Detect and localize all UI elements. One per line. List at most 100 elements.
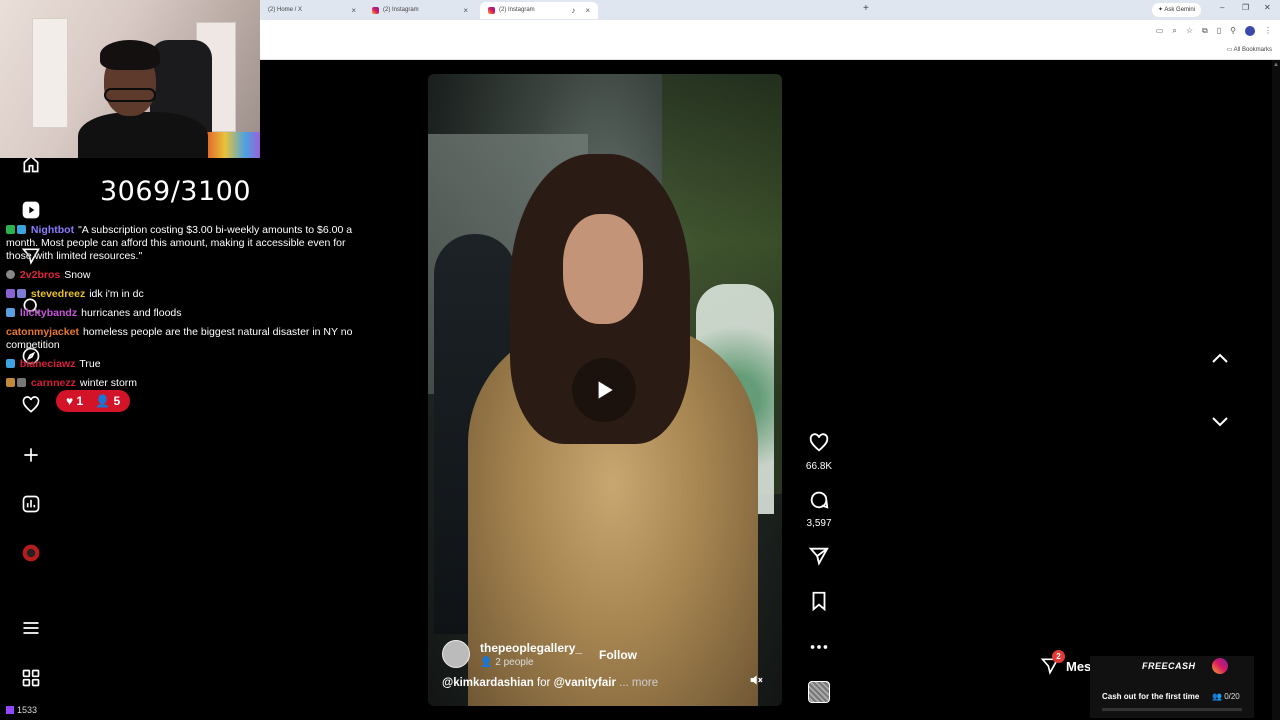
chat-message: bianeciawz True <box>6 358 360 371</box>
freecash-logo: FREECASH <box>1142 661 1196 671</box>
page-scrollbar[interactable]: ▲ <box>1272 60 1280 720</box>
chat-username[interactable]: bianeciawz <box>20 358 75 370</box>
close-tab-icon[interactable]: × <box>463 2 468 19</box>
notifications-heart-icon[interactable] <box>21 395 41 415</box>
minimize-icon[interactable]: – <box>1220 3 1224 12</box>
user-badge-icon <box>6 270 15 279</box>
chat-username[interactable]: lilcitybandz <box>20 307 77 319</box>
close-tab-icon[interactable]: × <box>585 2 590 19</box>
author-avatar[interactable] <box>442 640 470 668</box>
next-reel-chevron-down-icon[interactable] <box>1208 409 1232 433</box>
instagram-favicon-icon <box>372 7 379 14</box>
bookmark-icon <box>812 591 826 612</box>
moderator-badge-icon <box>17 225 26 234</box>
ask-gemini-label: Ask Gemini <box>1164 7 1196 13</box>
reel-video[interactable]: thepeoplegallery_ 👤 2 people Follow @kim… <box>428 74 782 706</box>
restore-icon[interactable]: ❐ <box>1242 3 1249 12</box>
tab-instagram-active[interactable]: (2) Instagram ♪ × <box>480 2 598 19</box>
chat-text: Snow <box>64 269 91 281</box>
save-action[interactable] <box>804 590 834 617</box>
insights-icon[interactable] <box>21 494 41 514</box>
tab-label: (2) Instagram <box>499 7 535 13</box>
all-bookmarks-button[interactable]: ▭ All Bookmarks <box>1227 46 1272 53</box>
comment-action[interactable]: 3,597 <box>804 489 834 529</box>
chat-username[interactable]: stevedreez <box>31 288 85 300</box>
ask-gemini-button[interactable]: ✦ Ask Gemini <box>1152 3 1202 17</box>
profile-avatar[interactable] <box>1245 26 1255 36</box>
chat-username[interactable]: 2v2bros <box>20 269 60 281</box>
messages-send-icon: 2 <box>1040 650 1065 676</box>
user-badge-icon <box>17 289 26 298</box>
chat-username[interactable]: catonmyjacket <box>6 326 79 338</box>
all-bookmarks-label: All Bookmarks <box>1233 47 1272 53</box>
more-dots-icon <box>810 645 828 649</box>
webcam-glasses <box>104 88 156 102</box>
freecash-progress-bar <box>1102 708 1242 711</box>
close-tab-icon[interactable]: × <box>351 2 356 19</box>
menu-kebab-icon[interactable]: ⋮ <box>1264 26 1272 36</box>
like-action[interactable]: 66.8K <box>804 432 834 472</box>
chat-text: idk i'm in dc <box>89 288 144 300</box>
tab-x-home[interactable]: (2) Home / X × <box>260 2 364 19</box>
new-tab-button[interactable]: + <box>863 3 869 14</box>
address-bar[interactable]: ▭ ⌕ ☆ ⧉ ▯ ⚲ ⋮ <box>260 20 1280 42</box>
tab-label: (2) Instagram <box>383 7 419 13</box>
collaborators[interactable]: 👤 2 people <box>480 657 582 668</box>
webcam-person-body <box>78 112 208 158</box>
sidepanel-icon[interactable]: ▯ <box>1217 26 1221 36</box>
reels-icon[interactable] <box>21 200 41 220</box>
scroll-up-icon[interactable]: ▲ <box>1273 62 1279 68</box>
author-username[interactable]: thepeoplegallery_ <box>480 641 582 655</box>
chat-message: carnnezz winter storm <box>6 377 360 390</box>
person-icon: 👤 <box>95 394 111 408</box>
chat-message: stevedreez idk i'm in dc <box>6 288 360 301</box>
reel-caption: @kimkardashian for @vanityfair ... more <box>442 677 658 689</box>
profile-avatar-icon[interactable] <box>21 543 41 563</box>
caption-more-link[interactable]: ... more <box>619 677 658 689</box>
chat-username[interactable]: Nightbot <box>31 224 74 236</box>
likes-count: 1 <box>76 394 84 408</box>
speaker-icon[interactable]: ♪ <box>571 2 575 19</box>
comment-count: 3,597 <box>806 518 832 529</box>
sub-badge-icon <box>6 378 15 387</box>
extensions-icon[interactable]: ⧉ <box>1202 26 1208 36</box>
more-menu-icon[interactable] <box>21 618 41 638</box>
more-options-action[interactable] <box>804 636 834 663</box>
collaborators-label: 2 people <box>495 656 534 668</box>
play-button[interactable] <box>572 358 636 422</box>
reel-subject-face <box>563 214 643 324</box>
webcam-colorful-blanket <box>205 132 260 158</box>
caption-mention[interactable]: @kimkardashian <box>442 677 534 689</box>
freecash-progress-text: 👥 0/20 <box>1212 692 1240 701</box>
play-icon <box>598 381 613 399</box>
mute-icon[interactable] <box>748 672 764 688</box>
chat-message: 2v2bros Snow <box>6 269 360 282</box>
close-window-icon[interactable]: ✕ <box>1264 3 1271 12</box>
bookmarks-bar: ▭ All Bookmarks <box>260 42 1280 60</box>
tab-instagram-1[interactable]: (2) Instagram × <box>364 2 476 19</box>
counter-value: 1533 <box>17 705 38 715</box>
chat-message: Nightbot "A subscription costing $3.00 bi… <box>6 224 360 263</box>
share-action[interactable] <box>804 545 834 572</box>
people-icon: 👤 <box>480 656 493 668</box>
streamer-webcam <box>0 0 260 158</box>
zoom-icon[interactable]: ⌕ <box>1172 26 1176 36</box>
freecash-overlay: FREECASH Cash out for the first time 👥 0… <box>1090 656 1254 718</box>
star-icon[interactable]: ☆ <box>1186 26 1193 36</box>
like-count: 66.8K <box>805 461 833 472</box>
tab-label: (2) Home / X <box>268 7 303 13</box>
create-plus-icon[interactable] <box>21 445 41 465</box>
audio-thumbnail[interactable] <box>808 681 830 703</box>
caption-text: for <box>536 677 551 689</box>
viewers-stat: 👤 5 <box>95 394 120 408</box>
extension-icon[interactable]: ⚲ <box>1230 26 1236 36</box>
also-from-meta-icon[interactable] <box>21 668 41 688</box>
webcam-person-hair <box>100 40 160 70</box>
chat-text: True <box>79 358 101 370</box>
previous-reel-chevron-up-icon[interactable] <box>1208 347 1232 371</box>
webcam-door <box>32 18 68 128</box>
follow-button[interactable]: Follow <box>599 648 637 662</box>
caption-mention[interactable]: @vanityfair <box>554 677 616 689</box>
chat-username[interactable]: carnnezz <box>31 377 76 389</box>
cast-icon[interactable]: ▭ <box>1156 26 1164 36</box>
